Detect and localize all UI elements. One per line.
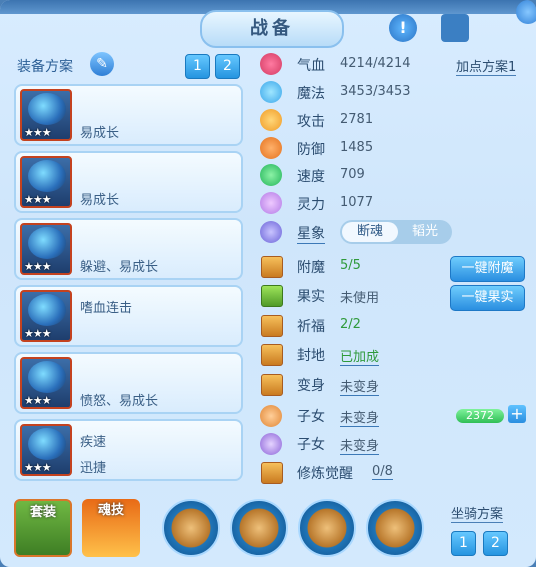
fief-icon (261, 344, 283, 366)
close-icon[interactable] (516, 0, 536, 24)
equipment-trait: 愤怒、易成长 (80, 394, 159, 409)
extra-label-enchant: 附魔 (297, 260, 325, 276)
extra-value-blessing: 2/2 (340, 317, 361, 332)
extra-value-enchant: 5/5 (340, 258, 361, 273)
equipment-scheme-label: 装备方案 (17, 59, 73, 75)
mana-icon (260, 81, 282, 103)
fruit-icon (261, 285, 283, 307)
toggle-option-off[interactable]: 韬光 (398, 222, 452, 242)
suit-tab-label: 套装 (29, 505, 56, 520)
equipment-icon: ★★★ (20, 223, 72, 275)
extra-label-child-2: 子女 (297, 437, 325, 453)
window-title: 战备 (200, 10, 344, 48)
extra-value-fruit: 未使用 (340, 291, 380, 306)
star-icon (260, 221, 282, 243)
child-icon (260, 433, 282, 455)
scheme-page-1-button[interactable]: 1 (185, 54, 210, 79)
stat-label-spirit: 灵力 (297, 197, 325, 213)
constellation-toggle[interactable]: 断魂 韬光 (340, 220, 452, 244)
stat-label-hp: 气血 (297, 58, 325, 74)
battle-prep-panel: 战备 ! 装备方案 ✎ 1 2 ★★★ 易成长 ★★★ 易成长 ★★★ 躲避、易… (0, 0, 536, 567)
stat-value-attack: 2781 (340, 112, 374, 127)
soul-skill-tab[interactable]: 魂技 (82, 499, 140, 557)
equipment-trait-2: 迅捷 (80, 461, 107, 476)
cultivation-icon (261, 462, 283, 484)
add-point-scheme-link[interactable]: 加点方案1 (456, 56, 517, 76)
extra-value-transform[interactable]: 未变身 (340, 376, 380, 396)
equipment-trait: 易成长 (80, 126, 120, 141)
mount-page-2-button[interactable]: 2 (483, 531, 508, 556)
equipment-trait: 疾速 (80, 435, 107, 450)
child-icon (260, 405, 282, 427)
extra-label-fruit: 果实 (297, 289, 325, 305)
stat-label-defense: 防御 (297, 142, 325, 158)
info-icon[interactable]: ! (389, 14, 417, 42)
stat-label-mp: 魔法 (297, 86, 325, 102)
blessing-icon (261, 315, 283, 337)
stat-value-spirit: 1077 (340, 195, 374, 210)
edit-pencil-icon[interactable]: ✎ (90, 52, 114, 76)
extra-value-child-1[interactable]: 未变身 (340, 407, 380, 427)
add-icon[interactable]: + (508, 405, 526, 423)
one-key-enchant-button[interactable]: 一键附魔 (450, 256, 525, 282)
equipment-trait: 嗜血连击 (80, 301, 133, 316)
skill-icon[interactable] (366, 499, 424, 557)
stat-label-attack: 攻击 (297, 114, 325, 130)
equipment-trait: 躲避、易成长 (80, 260, 159, 275)
stat-value-mp: 3453/3453 (340, 84, 411, 99)
skill-icon[interactable] (298, 499, 356, 557)
extra-label-cultivation: 修炼觉醒 (297, 466, 353, 482)
defense-shield-icon (260, 137, 282, 159)
mount-scheme-label: 坐骑方案 (451, 503, 504, 523)
toggle-option-on[interactable]: 断魂 (342, 222, 398, 242)
share-icon[interactable] (441, 14, 469, 42)
suit-tab[interactable]: 套装 (14, 499, 72, 557)
equipment-slot-2[interactable]: ★★★ 易成长 (14, 151, 243, 213)
extra-label-blessing: 祈福 (297, 319, 325, 335)
stat-label-speed: 速度 (297, 169, 325, 185)
equipment-slot-3[interactable]: ★★★ 躲避、易成长 (14, 218, 243, 280)
one-key-fruit-button[interactable]: 一键果实 (450, 285, 525, 311)
extra-label-child-1: 子女 (297, 409, 325, 425)
skill-icon[interactable] (162, 499, 220, 557)
spirit-icon (260, 192, 282, 214)
equipment-icon: ★★★ (20, 290, 72, 342)
extra-label-transform: 变身 (297, 378, 325, 394)
mount-page-1-button[interactable]: 1 (451, 531, 476, 556)
equipment-trait: 易成长 (80, 193, 120, 208)
hp-heart-icon (260, 53, 282, 75)
stat-value-defense: 1485 (340, 140, 374, 155)
equipment-slot-6[interactable]: ★★★ 疾速 迅捷 (14, 419, 243, 481)
extra-value-child-2[interactable]: 未变身 (340, 435, 380, 455)
extra-value-cultivation[interactable]: 0/8 (372, 464, 393, 480)
equipment-icon: ★★★ (20, 156, 72, 208)
constellation-label[interactable]: 星象 (297, 223, 325, 244)
equipment-slot-5[interactable]: ★★★ 愤怒、易成长 (14, 352, 243, 414)
extra-label-fief: 封地 (297, 348, 325, 364)
attack-icon (260, 109, 282, 131)
speed-icon (260, 164, 282, 186)
enchant-icon (261, 256, 283, 278)
extra-value-fief[interactable]: 已加成 (340, 346, 380, 366)
transform-icon (261, 374, 283, 396)
stat-value-hp: 4214/4214 (340, 56, 411, 71)
equipment-icon: ★★★ (20, 424, 72, 476)
equipment-slot-1[interactable]: ★★★ 易成长 (14, 84, 243, 146)
skill-icon[interactable] (230, 499, 288, 557)
soul-skill-tab-label: 魂技 (97, 503, 124, 518)
exp-bar: 2372 (456, 409, 504, 423)
stat-value-speed: 709 (340, 167, 365, 182)
scheme-page-2-button[interactable]: 2 (215, 54, 240, 79)
equipment-icon: ★★★ (20, 357, 72, 409)
equipment-slot-4[interactable]: ★★★ 嗜血连击 (14, 285, 243, 347)
equipment-icon: ★★★ (20, 89, 72, 141)
